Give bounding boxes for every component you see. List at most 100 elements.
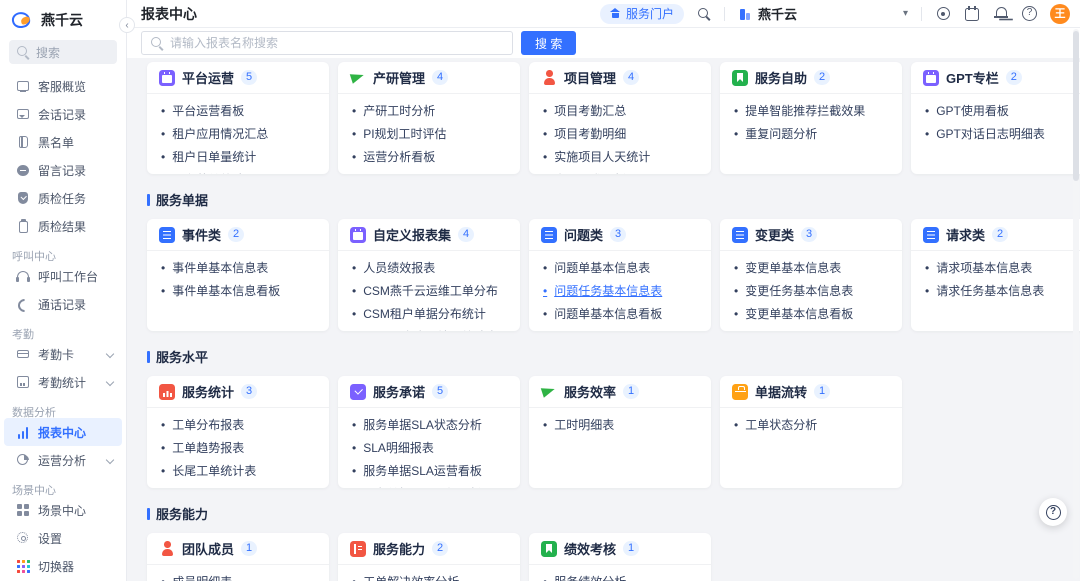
report-link[interactable]: CSM租户应用情况统计表 — [352, 326, 506, 331]
sidebar-item-shield[interactable]: 质检任务 — [4, 184, 122, 212]
sidebar-item-gear[interactable]: 设置 — [4, 524, 122, 552]
report-link[interactable]: 问题单基本信息看板 — [543, 303, 697, 326]
card-header[interactable]: GPT专栏 2 — [911, 62, 1080, 94]
report-link[interactable]: 成员明细表 — [161, 571, 315, 581]
report-link[interactable]: CSM燕千云运维工单分布 — [352, 280, 506, 303]
avatar[interactable]: 王 — [1050, 3, 1070, 24]
card-header[interactable]: 团队成员 1 — [147, 533, 329, 565]
report-link[interactable]: 租户应用情况汇总 — [161, 123, 315, 146]
sidebar-item-stats[interactable]: 考勤统计 — [4, 368, 122, 396]
report-link[interactable]: 项目考勤明细 — [543, 123, 697, 146]
report-link[interactable]: 请求任务基本信息表 — [925, 280, 1079, 303]
search-button[interactable]: 搜 索 — [521, 31, 577, 55]
card-header[interactable]: 平台运营 5 — [147, 62, 329, 94]
scrollbar-thumb[interactable] — [1073, 31, 1079, 181]
calendar-icon[interactable] — [964, 6, 980, 22]
report-link[interactable]: 人员绩效报表 — [352, 257, 506, 280]
card-header[interactable]: 绩效考核 1 — [529, 533, 711, 565]
sidebar-item-message[interactable]: 留言记录 — [4, 156, 122, 184]
report-link[interactable]: 请求项基本信息表 — [925, 257, 1079, 280]
card-title: 服务自助 — [755, 71, 808, 86]
report-search-box[interactable] — [141, 31, 513, 55]
sidebar-item-clipboard[interactable]: 质检结果 — [4, 212, 122, 240]
card-header[interactable]: 服务自助 2 — [720, 62, 902, 94]
sidebar-item-chat[interactable]: 会话记录 — [4, 100, 122, 128]
report-link[interactable]: 实施项目人天统计 — [543, 146, 697, 169]
report-link[interactable]: GPT对话日志明细表 — [925, 123, 1079, 146]
report-link[interactable]: 平台营单统计 — [161, 169, 315, 174]
sidebar-item-apps[interactable]: 切换器 — [4, 552, 122, 580]
report-link[interactable]: 工单状态分析 — [734, 414, 888, 437]
report-link[interactable]: 租户日单量统计 — [161, 146, 315, 169]
pie-icon — [16, 453, 30, 467]
card-header[interactable]: 产研管理 4 — [338, 62, 520, 94]
sidebar-item-phone[interactable]: 通话记录 — [4, 290, 122, 318]
card-header[interactable]: 服务承诺 5 — [338, 376, 520, 408]
sidebar-search-input[interactable]: 搜索 — [9, 40, 117, 64]
sidebar-item-book[interactable]: 黑名单 — [4, 128, 122, 156]
card-header[interactable]: 服务能力 2 — [338, 533, 520, 565]
card-header[interactable]: 服务效率 1 — [529, 376, 711, 408]
report-link[interactable]: SLA明细报表 — [352, 437, 506, 460]
sidebar-item-barchart[interactable]: 报表中心 — [4, 418, 122, 446]
report-link[interactable]: 变更单基本信息表 — [734, 257, 888, 280]
report-link[interactable]: 平台运营看板 — [161, 100, 315, 123]
report-link[interactable]: 服务单据SLA运营看板 — [352, 460, 506, 483]
report-link[interactable]: 服务绩效分析 — [543, 571, 697, 581]
report-link[interactable]: PI规划工时评估 — [352, 123, 506, 146]
report-search-input[interactable] — [170, 36, 504, 50]
report-link[interactable]: 运营分析看板 — [352, 146, 506, 169]
report-link[interactable]: 变更任务基本信息表 — [734, 280, 888, 303]
card-row: 团队成员 1 成员明细表 服务能力 2 工单解决效率分析 绩效考核 1 服务绩效分析 — [147, 533, 1080, 581]
report-link[interactable]: 问题单基本信息表 — [543, 257, 697, 280]
report-link[interactable]: 工单分布报表 — [161, 414, 315, 437]
card-header[interactable]: 事件类 2 — [147, 219, 329, 251]
report-link[interactable]: 长尾工单统计表 — [161, 460, 315, 483]
sidebar-item-grid[interactable]: 场景中心 — [4, 496, 122, 524]
card-header[interactable]: 自定义报表集 4 — [338, 219, 520, 251]
notifications-icon[interactable] — [993, 6, 1009, 22]
count-badge: 3 — [610, 227, 627, 242]
card-header[interactable]: 服务统计 3 — [147, 376, 329, 408]
sidebar-collapse-button[interactable]: ‹ — [119, 17, 135, 33]
report-link[interactable]: 提单智能推荐拦截效果 — [734, 100, 888, 123]
card-header[interactable]: 变更类 3 — [720, 219, 902, 251]
cshield-icon — [350, 383, 366, 400]
card-row: 服务统计 3 工单分布报表工单趋势报表长尾工单统计表 服务承诺 5 服务单据SLA状态分析… — [147, 376, 1080, 488]
report-link[interactable]: 工时明细表 — [543, 414, 697, 437]
card-header[interactable]: 问题类 3 — [529, 219, 711, 251]
help-icon[interactable]: ? — [1022, 6, 1037, 21]
service-portal-button[interactable]: 服务门户 — [599, 3, 684, 24]
report-link[interactable]: GPT使用看板 — [925, 100, 1079, 123]
sidebar-item-headset[interactable]: 呼叫工作台 — [4, 262, 122, 290]
sidebar-item-monitor[interactable]: 客服概览 — [4, 72, 122, 100]
scrollbar[interactable] — [1073, 29, 1079, 579]
org-selector[interactable]: 燕千云 ▾ — [738, 4, 908, 23]
report-link[interactable]: CSM租户单据分布统计 — [352, 303, 506, 326]
report-link[interactable]: 项目考勤汇总 — [543, 100, 697, 123]
report-link[interactable]: 产研工时分析 — [352, 100, 506, 123]
report-link[interactable]: 服务单据SLA状态分析 — [352, 414, 506, 437]
card-header[interactable]: 项目管理 4 — [529, 62, 711, 94]
building-icon — [738, 7, 752, 21]
report-link[interactable]: 事件单基本信息看板 — [161, 280, 315, 303]
floating-help-button[interactable]: ? — [1039, 498, 1067, 526]
global-search-icon[interactable] — [697, 7, 711, 21]
report-list: 问题单基本信息表问题任务基本信息表问题单基本信息看板 — [529, 251, 711, 331]
report-link[interactable]: 产研需求分析 — [543, 169, 697, 174]
report-link[interactable]: 事件单基本信息表 — [161, 257, 315, 280]
report-link[interactable]: 工单解决效率分析 — [352, 571, 506, 581]
report-link[interactable]: 变更单基本信息看板 — [734, 303, 888, 326]
sidebar-item-pie[interactable]: 运营分析 — [4, 446, 122, 474]
report-link[interactable]: 重复问题分析 — [734, 123, 888, 146]
report-category-card: 服务承诺 5 服务单据SLA状态分析SLA明细报表服务单据SLA运营看板服务单据SL… — [338, 376, 520, 488]
workbench-icon[interactable] — [935, 6, 951, 22]
report-link[interactable]: 服务单据SLA明细分析 — [352, 483, 506, 488]
bookmark-icon — [732, 69, 748, 86]
report-link[interactable]: 问题任务基本信息表 — [543, 280, 697, 303]
sidebar-item-card[interactable]: 考勤卡 — [4, 340, 122, 368]
card-header[interactable]: 单据流转 1 — [720, 376, 902, 408]
card-header[interactable]: 请求类 2 — [911, 219, 1080, 251]
card-icon — [16, 347, 30, 361]
report-link[interactable]: 工单趋势报表 — [161, 437, 315, 460]
